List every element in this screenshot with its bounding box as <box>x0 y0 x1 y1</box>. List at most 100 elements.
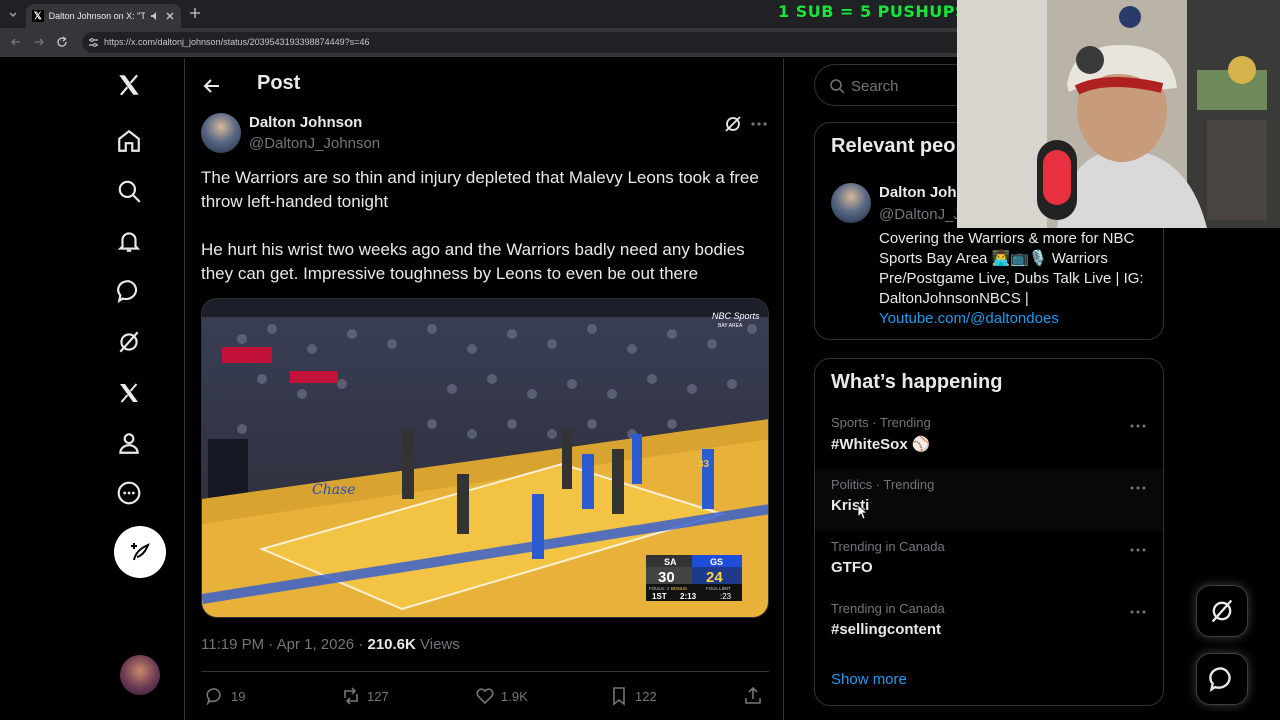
feather-plus-icon <box>131 543 150 561</box>
home-score: 24 <box>706 569 723 586</box>
reply-button[interactable]: 19 <box>205 686 245 706</box>
forward-nav-icon[interactable] <box>33 36 45 48</box>
messages-floating-button[interactable] <box>1196 653 1248 705</box>
scorebug: SA GS 30 24 FOULS: 4 BONUS FOUL LIMIT 1S… <box>646 555 742 601</box>
away-team: SA <box>664 557 677 567</box>
tweet-text: The Warriors are so thin and injury depl… <box>201 166 771 310</box>
foul-limit: FOUL LIMIT <box>706 586 731 591</box>
relevant-person-avatar[interactable] <box>831 183 871 223</box>
reload-icon[interactable] <box>56 36 68 48</box>
chat-bubble-icon <box>1209 667 1231 693</box>
basketball-video-frame: Chase 33 NBC Sports BAY AREA SA GS 30 24 <box>202 299 768 617</box>
trend-item[interactable]: Sports · Trending #WhiteSox ⚾ <box>815 407 1163 469</box>
trend-name: #WhiteSox ⚾ <box>831 436 931 453</box>
x-logo-link[interactable] <box>114 70 144 100</box>
reply-icon <box>206 688 221 706</box>
whats-happening-card: What’s happening Sports · Trending #Whit… <box>814 358 1164 706</box>
author-avatar[interactable] <box>201 113 241 153</box>
main-column: Post Dalton Johnson @DaltonJ_Johnson The… <box>184 58 784 720</box>
away-fouls: FOULS: 4 <box>649 586 670 591</box>
webcam-overlay <box>957 0 1280 228</box>
network-sub: BAY AREA <box>718 323 743 329</box>
home-team: GS <box>710 557 723 567</box>
nav-messages[interactable] <box>114 276 144 306</box>
bookmark-button[interactable]: 122 <box>609 686 657 706</box>
more-options-icon[interactable] <box>1129 417 1147 435</box>
share-button[interactable] <box>743 686 763 706</box>
close-tab-icon[interactable] <box>165 11 175 21</box>
more-circle-icon <box>117 481 141 505</box>
trend-item[interactable]: Politics · Trending Kristi <box>815 469 1163 531</box>
author-handle[interactable]: @DaltonJ_Johnson <box>249 135 380 152</box>
nav-premium[interactable] <box>114 378 144 408</box>
whats-happening-title: What’s happening <box>831 371 1003 393</box>
speaker-icon[interactable] <box>150 11 160 21</box>
relevant-person-bio: Covering the Warriors & more for NBC Spo… <box>879 229 1154 329</box>
show-more-link[interactable]: Show more <box>831 671 907 688</box>
chat-bubble-icon <box>117 280 138 304</box>
trend-name: GTFO <box>831 559 873 576</box>
person-icon <box>119 433 139 454</box>
like-count: 1.9K <box>501 688 528 704</box>
trend-category: Politics · Trending <box>831 477 935 492</box>
video-player[interactable]: Chase 33 NBC Sports BAY AREA SA GS 30 24 <box>201 298 769 618</box>
left-nav <box>0 58 184 720</box>
search-icon <box>830 79 845 94</box>
site-info-icon[interactable] <box>88 37 99 48</box>
trend-item[interactable]: Trending in Canada #sellingcontent <box>815 593 1163 655</box>
x-premium-icon <box>120 383 138 403</box>
trend-category: Trending in Canada <box>831 601 945 616</box>
divider <box>201 671 769 672</box>
compose-post-button[interactable] <box>114 526 166 578</box>
quarter: 1ST <box>652 592 667 601</box>
nav-grok[interactable] <box>114 327 144 357</box>
account-avatar[interactable] <box>120 655 160 695</box>
new-tab-icon[interactable] <box>189 7 201 19</box>
tweet-paragraph-2: He hurt his wrist two weeks ago and the … <box>201 240 745 283</box>
nav-profile[interactable] <box>114 428 144 458</box>
post-time[interactable]: 11:19 PM · Apr 1, 2026 · <box>201 636 367 653</box>
bell-icon <box>117 232 141 252</box>
trend-name: #sellingcontent <box>831 621 942 638</box>
like-button[interactable]: 1.9K <box>475 686 528 706</box>
repost-icon <box>344 687 358 705</box>
court-text: Chase <box>312 482 356 498</box>
grok-explain-icon[interactable] <box>723 114 743 134</box>
search-icon <box>118 180 141 203</box>
back-nav-icon[interactable] <box>10 36 22 48</box>
more-options-icon[interactable] <box>1129 479 1147 497</box>
nav-more[interactable] <box>114 478 144 508</box>
share-icon <box>745 686 761 704</box>
network-logo: NBC Sports <box>712 311 760 321</box>
more-options-icon[interactable] <box>1129 603 1147 621</box>
trend-item[interactable]: Trending in Canada GTFO <box>815 531 1163 593</box>
tab-title: Dalton Johnson on X: "The <box>48 11 145 21</box>
stream-banner: 1 SUB = 5 PUSHUPS <box>778 2 968 21</box>
more-options-icon[interactable] <box>749 114 769 134</box>
x-favicon-icon: 𝕏 <box>32 10 44 22</box>
author-name[interactable]: Dalton Johnson <box>249 114 362 131</box>
nav-notifications[interactable] <box>114 226 144 256</box>
tweet-paragraph-1: The Warriors are so thin and injury depl… <box>201 168 759 211</box>
url-text: https://x.com/daltonj_johnson/status/203… <box>104 37 370 47</box>
browser-tab[interactable]: 𝕏 Dalton Johnson on X: "The <box>26 4 181 28</box>
game-clock: 2:13 <box>680 592 697 601</box>
repost-button[interactable]: 127 <box>341 686 389 706</box>
nav-explore[interactable] <box>114 176 144 206</box>
back-arrow-icon[interactable] <box>202 76 222 96</box>
home-icon <box>118 129 140 152</box>
bio-text: Covering the Warriors & more for NBC Spo… <box>879 230 1144 307</box>
x-logo-icon <box>119 74 139 96</box>
nav-home[interactable] <box>114 126 144 156</box>
page-title: Post <box>257 72 301 94</box>
shot-clock: :23 <box>720 592 732 601</box>
bookmark-count: 122 <box>635 688 657 704</box>
more-options-icon[interactable] <box>1129 541 1147 559</box>
tab-search-icon[interactable] <box>6 7 20 21</box>
grok-icon <box>119 331 139 353</box>
bio-link[interactable]: Youtube.com/@daltondoes <box>879 310 1059 327</box>
grok-floating-button[interactable] <box>1196 585 1248 637</box>
bookmark-icon <box>613 687 625 706</box>
views-label: Views <box>415 636 460 653</box>
bonus-indicator: BONUS <box>671 586 687 591</box>
